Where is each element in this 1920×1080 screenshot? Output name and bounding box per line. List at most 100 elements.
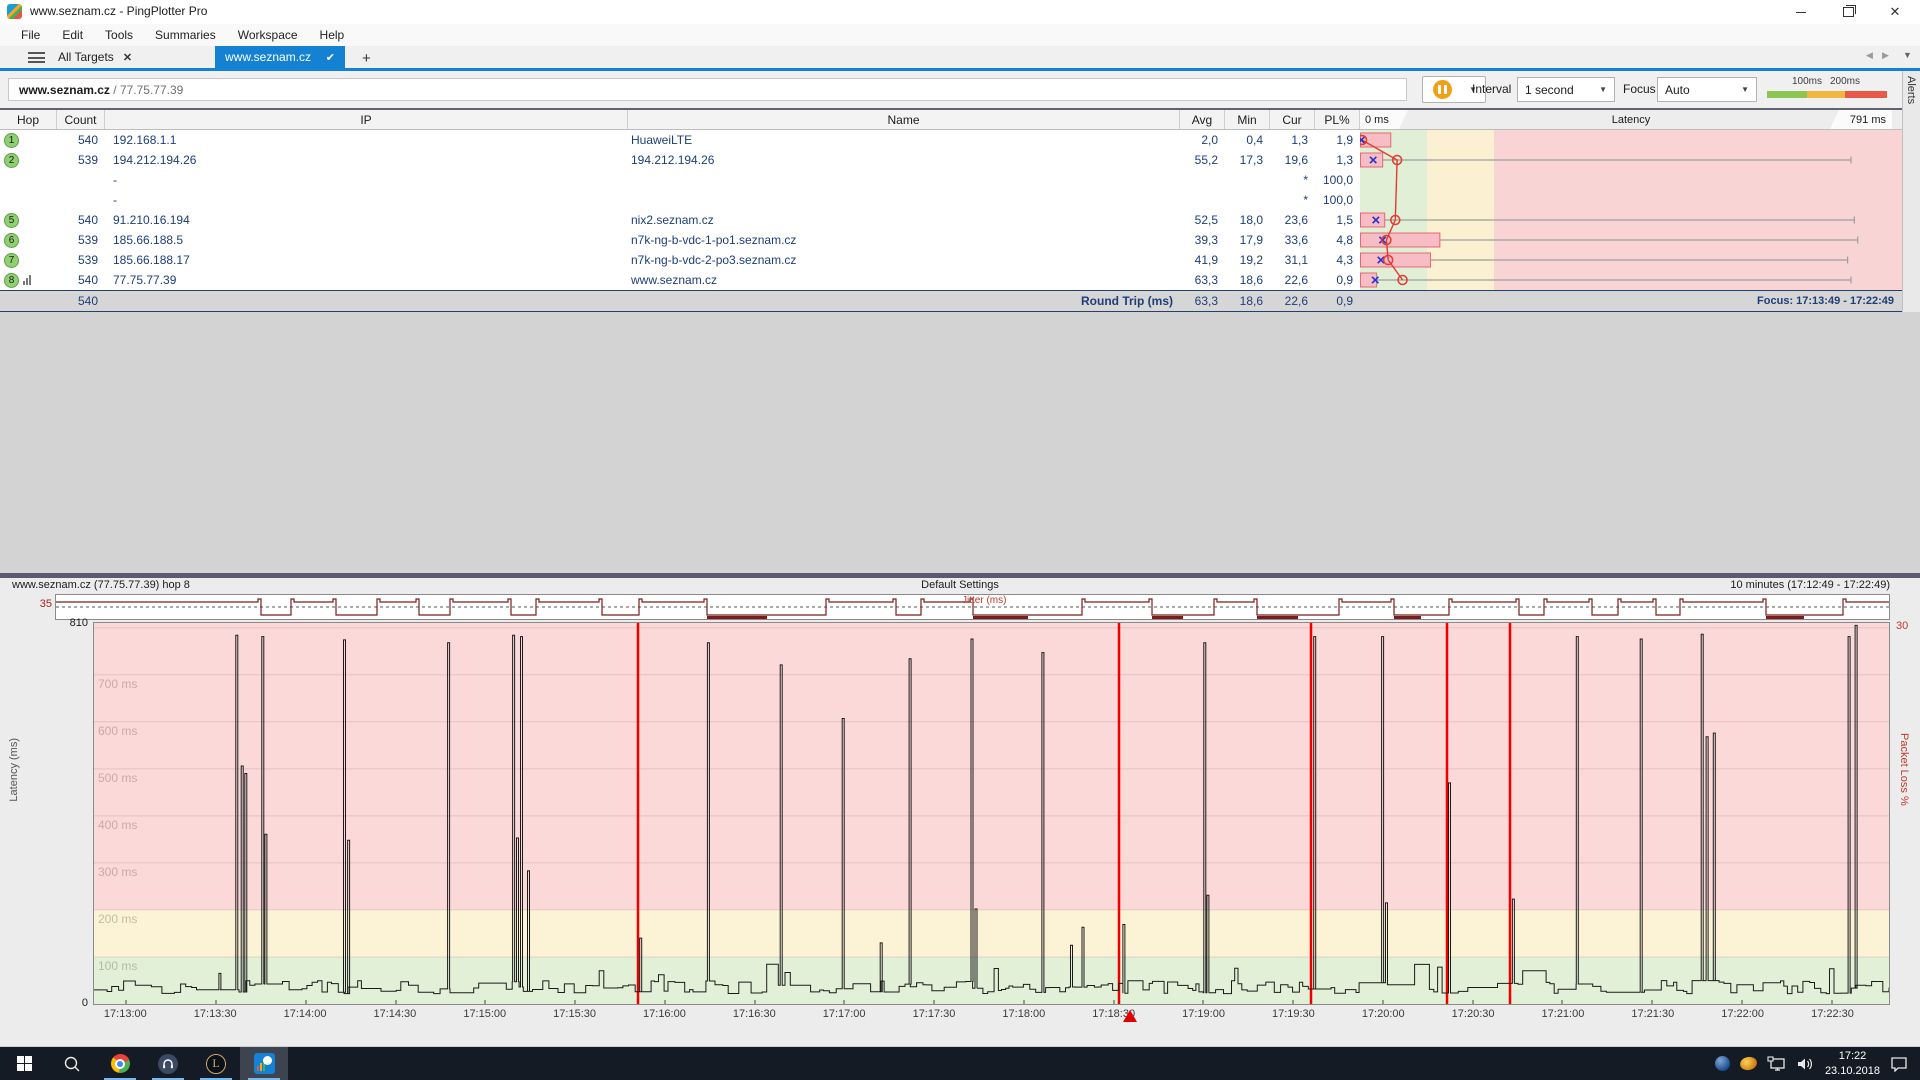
hop-name: n7k-ng-b-vdc-2-po3.seznam.cz	[628, 250, 1180, 270]
focus-value: Auto	[1665, 83, 1690, 97]
col-min[interactable]: Min	[1225, 110, 1270, 129]
new-tab-button[interactable]: +	[362, 47, 371, 69]
menu-file[interactable]: File	[10, 24, 51, 46]
col-hop[interactable]: Hop	[0, 110, 57, 129]
col-avg[interactable]: Avg	[1180, 110, 1225, 129]
round-trip-summary-row[interactable]: 540 Round Trip (ms) 63,3 18,6 22,6 0,9 F…	[0, 290, 1902, 312]
gold-disc-tray-icon[interactable]	[1739, 1055, 1758, 1071]
hop-latency-cell	[1360, 210, 1902, 230]
grid-label-300: 300 ms	[98, 865, 137, 879]
hop-min	[1225, 190, 1270, 210]
hop-name: www.seznam.cz	[628, 270, 1180, 290]
hamburger-icon[interactable]	[28, 52, 45, 63]
hop-row-unknown-4[interactable]: -*100,0	[0, 190, 1902, 210]
summary-min: 18,6	[1225, 291, 1270, 311]
tab-scroll-right-icon[interactable]: ▶	[1882, 50, 1889, 61]
timeline-plot[interactable]: 700 ms600 ms500 ms400 ms300 ms200 ms100 …	[93, 622, 1890, 1005]
xaxis-label: 17:16:30	[733, 1008, 776, 1020]
menu-help[interactable]: Help	[309, 24, 356, 46]
hop-name: 194.212.194.26	[628, 150, 1180, 170]
hop-table-header: Hop Count IP Name Avg Min Cur PL% Latenc…	[0, 108, 1902, 130]
focus-select[interactable]: Auto ▼	[1657, 77, 1757, 102]
taskbar-clock[interactable]: 17:22 23.10.2018	[1825, 1049, 1880, 1078]
target-address-box[interactable]: www.seznam.cz / 77.75.77.39	[8, 78, 1407, 101]
taskbar-teamspeak[interactable]	[144, 1047, 192, 1080]
scale-200ms-label: 200ms	[1830, 76, 1860, 87]
hop-row-7[interactable]: 7539185.66.188.17n7k-ng-b-vdc-2-po3.sezn…	[0, 250, 1902, 270]
latency-graph-header: Latency 0 ms 791 ms	[1360, 110, 1902, 129]
network-icon[interactable]	[1767, 1056, 1787, 1072]
xaxis-label: 17:13:00	[104, 1008, 147, 1020]
hop-row-6[interactable]: 6539185.66.188.5n7k-ng-b-vdc-1-po1.sezna…	[0, 230, 1902, 250]
taskbar-chrome[interactable]	[96, 1047, 144, 1080]
pingplotter-window: www.seznam.cz - PingPlotter Pro ✕ FileEd…	[0, 0, 1920, 1080]
volume-icon[interactable]	[1797, 1056, 1815, 1072]
col-count[interactable]: Count	[57, 110, 105, 129]
hop-cur: 19,6	[1270, 150, 1315, 170]
windows-logo-icon	[17, 1056, 32, 1071]
hop-name	[628, 170, 1180, 190]
hop-row-unknown-3[interactable]: -*100,0	[0, 170, 1902, 190]
tab-scroll-left-icon[interactable]: ◀	[1866, 50, 1873, 61]
hop-number: 8	[0, 270, 57, 290]
tab-strip: All Targets ✕ www.seznam.cz ✔ + ◀ ▶ ▼	[0, 46, 1920, 68]
menu-workspace[interactable]: Workspace	[227, 24, 309, 46]
blue-sphere-tray-icon[interactable]	[1715, 1056, 1730, 1071]
restore-button[interactable]	[1826, 0, 1870, 24]
hop-cur: *	[1270, 190, 1315, 210]
taskbar-league-of-legends[interactable]: L	[192, 1047, 240, 1080]
hop-latency-cell	[1360, 250, 1902, 270]
col-ip[interactable]: IP	[105, 110, 628, 129]
tab-active[interactable]: www.seznam.cz ✔	[215, 46, 345, 68]
summary-cur: 22,6	[1270, 291, 1315, 311]
tab-all-targets[interactable]: All Targets ✕	[58, 46, 132, 68]
xaxis-label: 17:22:00	[1721, 1008, 1764, 1020]
hop-row-1[interactable]: 1540192.168.1.1HuaweiLTE2,00,41,31,9	[0, 130, 1902, 150]
action-center-icon[interactable]	[1890, 1056, 1908, 1072]
alerts-side-tab[interactable]: Alerts	[1902, 71, 1920, 312]
packet-loss-title: Packet Loss %	[1898, 733, 1910, 806]
col-cur[interactable]: Cur	[1270, 110, 1315, 129]
hop-count: 540	[57, 210, 105, 230]
start-button[interactable]	[0, 1047, 48, 1080]
league-icon: L	[206, 1054, 226, 1074]
pause-button[interactable]	[1422, 76, 1462, 103]
loss-event-marker[interactable]	[1123, 1010, 1137, 1022]
xaxis-label: 17:22:30	[1811, 1008, 1854, 1020]
scale-100ms-label: 100ms	[1792, 76, 1822, 87]
col-pl[interactable]: PL%	[1315, 110, 1360, 129]
focused-hop-icon	[23, 275, 31, 285]
scale-red	[1845, 91, 1887, 98]
hop-latency-cell	[1360, 170, 1902, 190]
taskbar-pingplotter[interactable]	[240, 1047, 288, 1080]
hop-ip: 192.168.1.1	[105, 130, 628, 150]
close-button[interactable]: ✕	[1873, 0, 1917, 24]
hop-latency-cell	[1360, 190, 1902, 210]
hop-min: 17,9	[1225, 230, 1270, 250]
pingplotter-icon	[254, 1053, 275, 1074]
xaxis-label: 17:14:00	[284, 1008, 327, 1020]
menu-summaries[interactable]: Summaries	[144, 24, 227, 46]
hop-row-5[interactable]: 554091.210.16.194nix2.seznam.cz52,518,02…	[0, 210, 1902, 230]
window-title: www.seznam.cz - PingPlotter Pro	[30, 4, 207, 18]
tab-all-targets-label: All Targets	[58, 50, 114, 64]
interval-select[interactable]: 1 second ▼	[1517, 77, 1615, 102]
chrome-icon	[111, 1054, 130, 1073]
hop-ip: -	[105, 170, 628, 190]
hop-pl: 100,0	[1315, 170, 1360, 190]
hop-row-2[interactable]: 2539194.212.194.26194.212.194.2655,217,3…	[0, 150, 1902, 170]
search-button[interactable]	[48, 1047, 96, 1080]
tab-list-icon[interactable]: ▼	[1903, 50, 1912, 60]
hop-circle: 1	[4, 133, 19, 148]
hop-min: 18,0	[1225, 210, 1270, 230]
xaxis-label: 17:16:00	[643, 1008, 686, 1020]
menu-tools[interactable]: Tools	[94, 24, 144, 46]
menu-edit[interactable]: Edit	[51, 24, 94, 46]
hop-latency-cell	[1360, 270, 1902, 290]
minimize-button[interactable]	[1779, 0, 1823, 24]
hop-min: 0,4	[1225, 130, 1270, 150]
xaxis-label: 17:15:00	[463, 1008, 506, 1020]
tab-close-icon[interactable]: ✕	[123, 51, 132, 64]
col-name[interactable]: Name	[628, 110, 1180, 129]
hop-row-8[interactable]: 854077.75.77.39www.seznam.cz63,318,622,6…	[0, 270, 1902, 290]
